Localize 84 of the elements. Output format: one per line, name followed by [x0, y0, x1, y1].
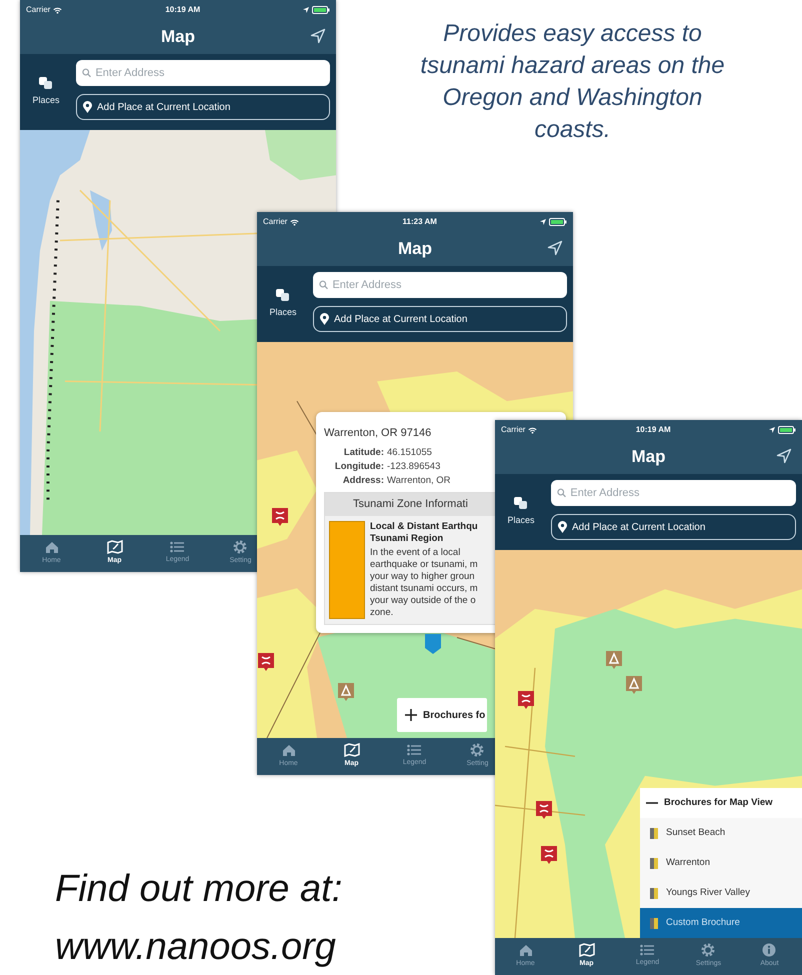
navigation-arrow-icon[interactable] [776, 448, 792, 464]
zone-description: In the event of a local earthquake or tsunami, m your way to higher groun distant tsunami occurs, m your way outside of the o zone. [370, 546, 478, 618]
squares-icon [513, 496, 529, 510]
tsunami-marker-icon[interactable] [535, 800, 553, 820]
time-text: 11:23 AM [402, 216, 437, 228]
list-icon [407, 744, 422, 756]
house-icon [282, 744, 296, 757]
detail-label: Address: [342, 474, 384, 488]
settings-icon [470, 743, 484, 758]
map-icon [344, 743, 360, 758]
battery-icon [312, 6, 330, 14]
squares-icon [275, 288, 291, 302]
booklet-icon [650, 828, 658, 838]
pin-icon [83, 101, 92, 113]
footer-text: www.nanoos.org [55, 925, 337, 970]
booklet-icon [650, 918, 658, 928]
location-icon [769, 427, 775, 433]
screen-title: Map [161, 26, 195, 48]
detail-label: Latitude: [342, 446, 384, 460]
search-icon [82, 68, 92, 78]
screen-title: Map [398, 238, 432, 260]
add-place-button[interactable]: Add Place at Current Location [551, 514, 796, 540]
house-icon [518, 944, 532, 957]
add-place-button[interactable]: Add Place at Current Location [76, 94, 330, 120]
triangle-marker-icon[interactable] [337, 682, 355, 702]
tsunami-marker-icon[interactable] [257, 652, 275, 672]
search-field[interactable]: Enter Address [551, 480, 796, 506]
carrier-text: Carrier [26, 4, 50, 16]
carrier-text: Carrier [263, 216, 288, 228]
tsunami-marker-icon[interactable] [271, 507, 289, 527]
tsunami-marker-icon[interactable] [540, 845, 558, 865]
places-button[interactable]: Places [257, 272, 309, 336]
wifi-icon [53, 6, 62, 14]
brochures-toggle[interactable]: Brochures fo [397, 698, 488, 732]
house-icon [44, 540, 58, 554]
search-field[interactable]: Enter Address [313, 272, 567, 298]
battery-icon [778, 426, 796, 434]
caption-text: Provides easy access to tsunami hazard areas on the Oregon and Washington coasts. [419, 19, 726, 145]
brochure-item[interactable]: Youngs River Valley [640, 878, 802, 908]
wifi-icon [290, 218, 300, 226]
search-input[interactable]: Enter Address [95, 64, 324, 82]
navigation-arrow-icon[interactable] [310, 28, 326, 44]
location-icon [303, 7, 309, 13]
time-text: 10:19 AM [636, 424, 671, 436]
booklet-icon [650, 858, 658, 868]
plus-icon [405, 709, 417, 721]
settings-icon [233, 540, 248, 554]
tsunami-marker-icon[interactable] [517, 690, 535, 710]
battery-icon [549, 218, 567, 226]
search-input[interactable]: Enter Address [570, 484, 790, 502]
pin-icon [558, 521, 567, 533]
detail-value: -123.896543 [387, 460, 442, 474]
add-place-button[interactable]: Add Place at Current Location [313, 306, 567, 332]
search-field[interactable]: Enter Address [76, 60, 330, 86]
squares-icon [38, 76, 54, 90]
pin-icon [320, 313, 329, 325]
map-icon [578, 943, 594, 958]
triangle-marker-icon[interactable] [605, 650, 623, 670]
list-icon [170, 541, 184, 554]
navigation-arrow-icon[interactable] [547, 240, 563, 256]
brochure-item[interactable]: Custom Brochure [640, 908, 802, 938]
booklet-icon [650, 888, 658, 898]
detail-value: Warrenton, OR [387, 474, 452, 488]
footer-text: Find out more at: [55, 867, 342, 912]
zone-name: Local & Distant Earthqu Tsunami Region [370, 520, 478, 544]
places-button[interactable]: Places [20, 60, 72, 124]
settings-icon [701, 943, 716, 958]
carrier-text: Carrier [501, 424, 526, 436]
detail-label: Longitude: [334, 460, 384, 474]
search-icon [557, 488, 566, 498]
time-text: 10:19 AM [165, 4, 200, 16]
brochure-item[interactable]: Sunset Beach [640, 818, 802, 848]
wifi-icon [528, 426, 538, 434]
map-icon [106, 540, 122, 554]
place-title: Warrenton, OR 97146 [324, 426, 432, 441]
list-icon [640, 944, 654, 956]
search-icon [319, 280, 328, 290]
triangle-marker-icon[interactable] [625, 675, 643, 695]
location-icon [540, 219, 546, 225]
screen-title: Map [632, 446, 666, 468]
search-input[interactable]: Enter Address [332, 276, 561, 294]
brochure-item[interactable]: Warrenton [640, 848, 802, 878]
info-icon [762, 943, 776, 958]
detail-value: 46.151055 [387, 446, 433, 460]
